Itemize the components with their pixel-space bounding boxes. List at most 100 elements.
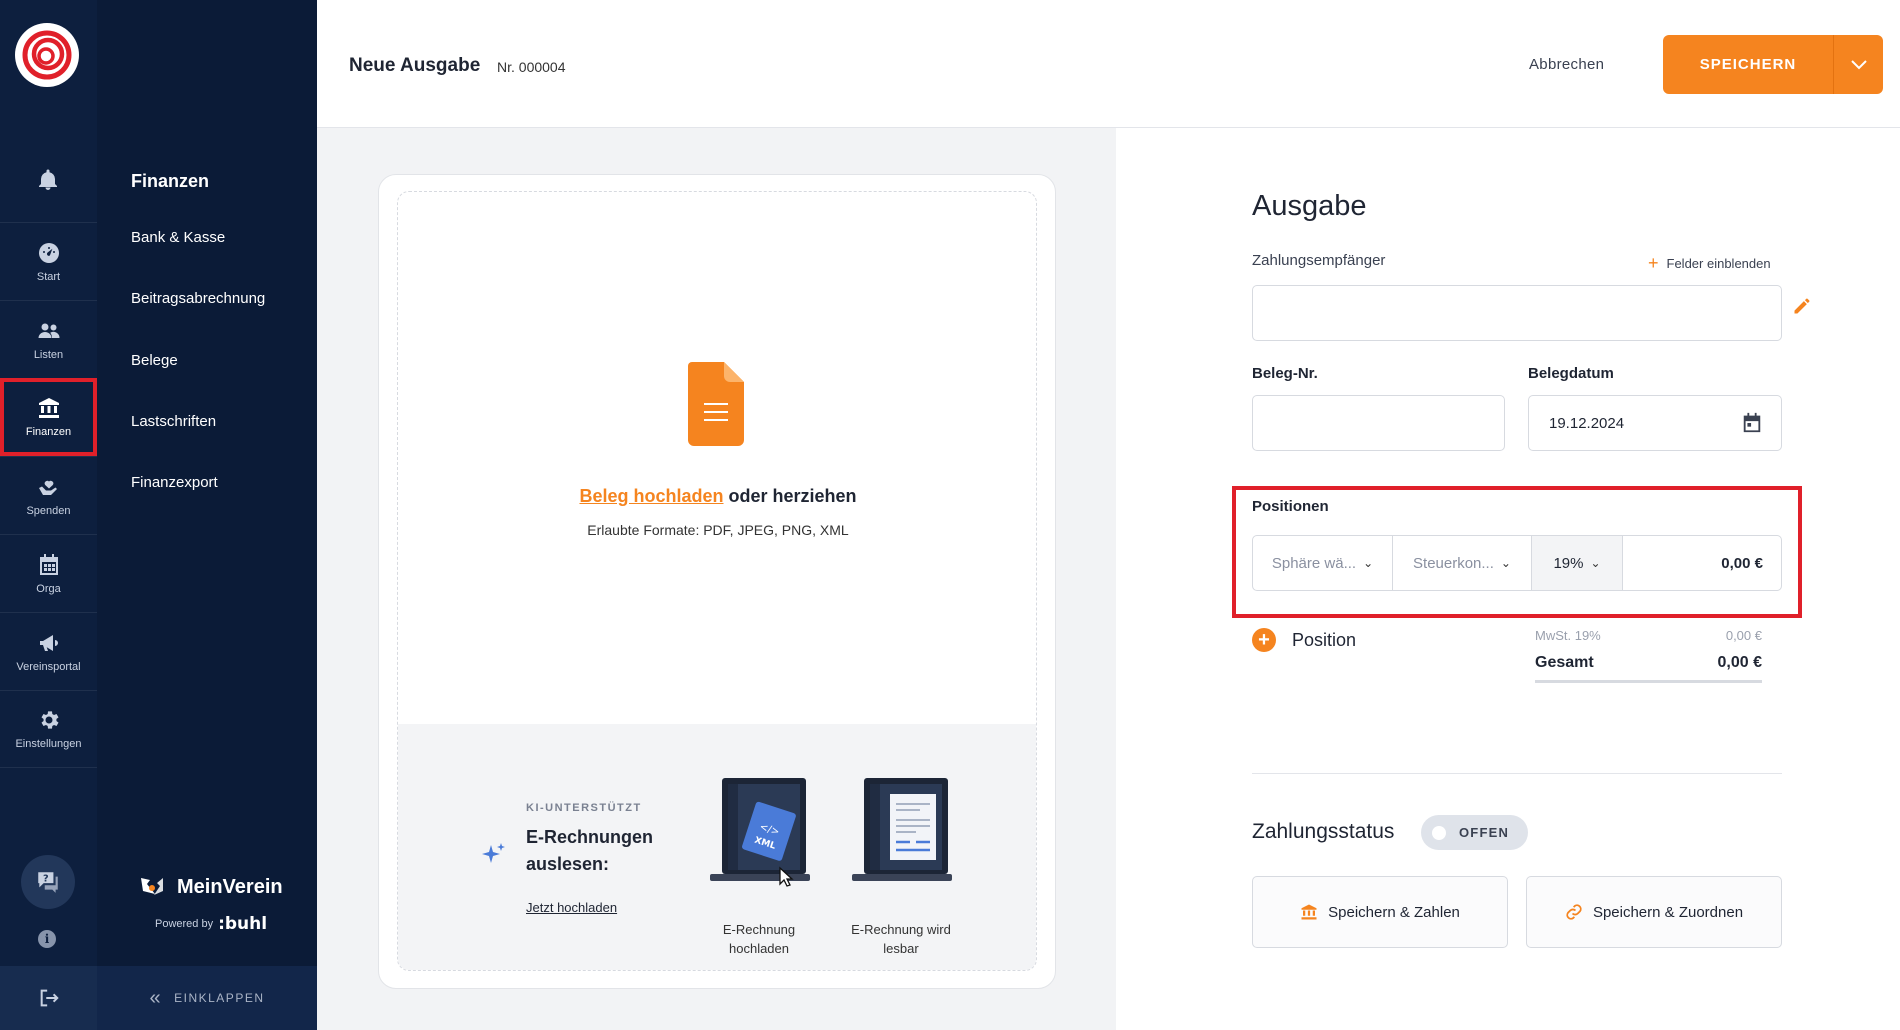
laptop-readable-illustration: [852, 778, 952, 881]
save-and-assign-label: Speichern & Zuordnen: [1592, 903, 1744, 921]
step-upload-caption: E-Rechnung hochladen: [722, 922, 796, 956]
plus-icon: +: [1648, 253, 1659, 273]
rail-item-einstellungen[interactable]: Einstellungen: [0, 690, 97, 768]
vat-select[interactable]: 19% ⌄: [1532, 536, 1623, 590]
chevron-down-icon: ⌄: [1500, 556, 1511, 570]
logout-button[interactable]: [0, 966, 97, 1030]
subnav-item-beitragsabrechnung[interactable]: Beitragsabrechnung: [131, 290, 265, 307]
drag-hint: oder herziehen: [723, 486, 857, 506]
vat-summary-value: 0,00 €: [1725, 628, 1762, 643]
subnav-item-lastschriften[interactable]: Lastschriften: [131, 413, 216, 430]
add-position-label: Position: [1292, 629, 1357, 650]
bank-icon: [1301, 904, 1317, 920]
rail-item-orga[interactable]: Orga: [0, 534, 97, 612]
gear-icon: [41, 711, 58, 729]
payee-input[interactable]: [1252, 285, 1782, 341]
document-icon: [688, 362, 744, 446]
ki-kicker: KI-UNTERSTÜTZT: [526, 802, 642, 814]
logout-icon: [40, 989, 59, 1007]
help-chat-icon: ?: [38, 872, 58, 893]
payee-label: Zahlungsempfänger: [1252, 252, 1386, 269]
collapse-menu-button[interactable]: « EINKLAPPEN: [97, 966, 317, 1030]
receipt-date-value: 19.12.2024: [1549, 414, 1625, 432]
vat-summary-row: MwSt. 19% 0,00 €: [1535, 628, 1762, 643]
upload-now-link[interactable]: Jetzt hochladen: [526, 900, 617, 915]
receipt-date-label: Belegdatum: [1528, 365, 1614, 382]
rail-item-spenden[interactable]: Spenden: [0, 456, 97, 534]
rail-item-label: Vereinsportal: [16, 660, 81, 673]
plus-circle-icon: +: [1252, 628, 1276, 652]
info-icon[interactable]: i: [38, 930, 56, 948]
rail-item-label: Orga: [36, 582, 61, 595]
save-and-pay-label: Speichern & Zahlen: [1328, 903, 1460, 921]
payment-status-value: OFFEN: [1459, 825, 1510, 840]
calendar-grid-icon: [39, 553, 58, 575]
upload-instruction: Beleg hochladen oder herziehen: [398, 486, 1038, 507]
rail-item-finanzen[interactable]: Finanzen: [0, 378, 97, 456]
bank-icon: [38, 398, 59, 418]
logo-swirl-icon: [22, 30, 72, 80]
show-fields-label: Felder einblenden: [1666, 256, 1771, 271]
link-icon: [1566, 904, 1582, 920]
app-logo[interactable]: [15, 23, 79, 87]
tax-account-select-value: Steuerkon...: [1413, 554, 1494, 572]
speedometer-icon: [38, 242, 59, 263]
pencil-icon[interactable]: [1792, 296, 1812, 316]
sphere-select[interactable]: Sphäre wä... ⌄: [1253, 536, 1393, 590]
add-position-button[interactable]: + Position: [1252, 628, 1356, 652]
toggle-knob: [1432, 825, 1446, 840]
page-header: Neue Ausgabe Nr. 000004 Abbrechen SPEICH…: [317, 0, 1900, 128]
subnav-item-finanzexport[interactable]: Finanzexport: [131, 474, 218, 491]
payment-status-toggle[interactable]: OFFEN: [1421, 815, 1528, 850]
show-fields-button[interactable]: + Felder einblenden: [1648, 253, 1771, 274]
total-summary-row: Gesamt 0,00 €: [1535, 654, 1762, 683]
rail-item-listen[interactable]: Listen: [0, 300, 97, 378]
section-divider: [1252, 773, 1782, 774]
help-chat-button[interactable]: ?: [21, 855, 75, 909]
donation-heart-icon: [38, 480, 57, 495]
subnav-item-bank-kasse[interactable]: Bank & Kasse: [131, 229, 225, 246]
powered-by-text: Powered by: [155, 918, 214, 930]
receipt-dropzone[interactable]: Beleg hochladen oder herziehen Erlaubte …: [397, 191, 1037, 971]
save-and-pay-button[interactable]: Speichern & Zahlen: [1252, 876, 1508, 948]
save-options-dropdown[interactable]: [1833, 35, 1883, 94]
amount-input[interactable]: 0,00 €: [1623, 536, 1781, 590]
step-readable-caption: E-Rechnung wird lesbar: [851, 922, 951, 956]
chevron-down-icon: [1850, 59, 1867, 69]
powered-by: Powered by :buhl: [155, 914, 267, 934]
allowed-formats: Erlaubte Formate: PDF, JPEG, PNG, XML: [587, 522, 849, 538]
buhl-logo: :buhl: [218, 914, 268, 934]
chevron-down-icon: ⌄: [1363, 556, 1374, 570]
brand-name: MeinVerein: [177, 875, 283, 898]
cancel-button[interactable]: Abbrechen: [1529, 56, 1604, 73]
tax-account-select[interactable]: Steuerkon... ⌄: [1393, 536, 1532, 590]
payment-status-title: Zahlungsstatus: [1252, 820, 1395, 843]
rail-item-label: Listen: [33, 348, 64, 361]
receipt-date-input[interactable]: 19.12.2024: [1528, 395, 1782, 451]
rail-item-label: Spenden: [26, 504, 71, 517]
subnav-title: Finanzen: [131, 171, 210, 191]
total-label: Gesamt: [1535, 654, 1594, 671]
document-number: Nr. 000004: [497, 59, 566, 75]
rail-item-start[interactable]: Start: [0, 222, 97, 300]
save-button[interactable]: SPEICHERN: [1663, 35, 1833, 94]
vat-summary-label: MwSt. 19%: [1535, 628, 1601, 643]
rail-item-vereinsportal[interactable]: Vereinsportal: [0, 612, 97, 690]
sparkle-icon: [482, 843, 505, 863]
vat-select-value: 19%: [1553, 554, 1584, 572]
form-title: Ausgabe: [1252, 190, 1367, 222]
calendar-icon[interactable]: [1741, 412, 1763, 434]
total-value: 0,00 €: [1717, 654, 1762, 671]
positions-label: Positionen: [1252, 498, 1329, 515]
collapse-label: EINKLAPPEN: [174, 991, 265, 1005]
icon-rail: Start Listen Finanzen Spenden Orga Verei…: [0, 0, 97, 1030]
upload-receipt-link[interactable]: Beleg hochladen: [579, 486, 723, 506]
save-and-assign-button[interactable]: Speichern & Zuordnen: [1526, 876, 1782, 948]
bell-icon[interactable]: [36, 168, 60, 192]
receipt-number-input[interactable]: [1252, 395, 1505, 451]
page-title: Neue Ausgabe: [349, 55, 481, 76]
megaphone-icon: [39, 634, 58, 651]
subnav-item-belege[interactable]: Belege: [131, 352, 178, 369]
meinverein-logo-icon: [141, 878, 163, 895]
brand-logo: MeinVerein: [137, 872, 283, 902]
